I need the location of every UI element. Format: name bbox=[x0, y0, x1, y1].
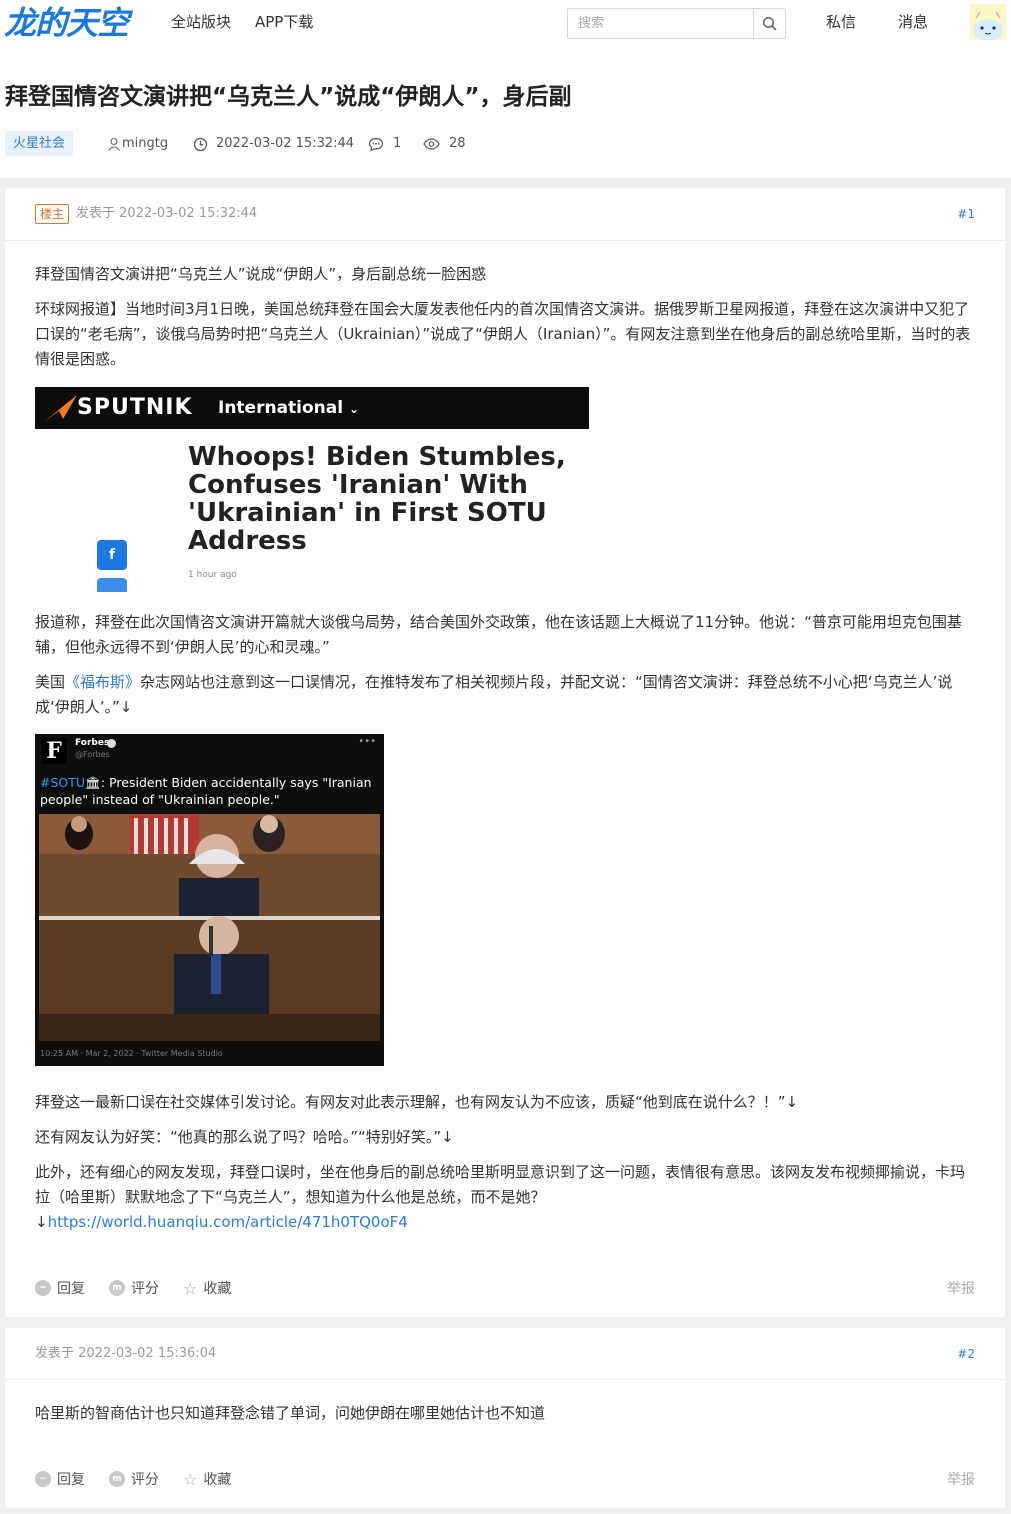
search-box bbox=[567, 8, 786, 39]
post-2: 发表于 2022-03-02 15:36:04 #2 哈里斯的智商估计也只知道拜… bbox=[5, 1328, 1005, 1508]
search-icon bbox=[762, 16, 777, 31]
report-link[interactable]: 举报 bbox=[947, 1278, 975, 1298]
post-2-header: 发表于 2022-03-02 15:36:04 #2 bbox=[5, 1328, 1005, 1380]
thread-title: 拜登国情咨文演讲把“乌克兰人”说成“伊朗人”，身后副 bbox=[5, 84, 572, 110]
sputnik-top-bar: SPUTNIK International ⌄ bbox=[35, 387, 589, 429]
post-2-floor-link[interactable]: #2 bbox=[957, 1346, 975, 1362]
post-datetime: 2022-03-02 15:32:44 bbox=[216, 136, 355, 151]
author-name[interactable]: mingtg bbox=[122, 135, 168, 153]
forbes-link[interactable]: 《福布斯》 bbox=[65, 673, 140, 691]
video-frame bbox=[39, 814, 380, 1041]
report-link[interactable]: 举报 bbox=[947, 1469, 975, 1489]
user-avatar[interactable] bbox=[970, 4, 1006, 40]
source-link[interactable]: https://world.huanqiu.com/article/471h0T… bbox=[48, 1213, 408, 1231]
nav-app-download[interactable]: APP下载 bbox=[255, 12, 313, 32]
sputnik-headline: Whoops! Biden Stumbles, Confuses 'Irania… bbox=[188, 442, 566, 556]
post-1-source-line: ↓https://world.huanqiu.com/article/471h0… bbox=[35, 1213, 408, 1231]
rate-button[interactable]: m 评分 bbox=[109, 1469, 159, 1489]
sputnik-logo-icon bbox=[45, 395, 77, 421]
facebook-icon: f bbox=[97, 540, 127, 570]
post-1-paragraph: 环球网报道】当地时间3月1日晚，美国总统拜登在国会大厦发表他任内的首次国情咨文演… bbox=[35, 300, 971, 368]
post-1-actions: − 回复 m 评分 ☆ 收藏 bbox=[35, 1278, 255, 1298]
page-header: 龙的天空 全站版块 APP下载 私信 消息 拜登国情咨文演讲把“乌克兰人”说成“… bbox=[0, 0, 1011, 178]
eye-icon bbox=[423, 138, 440, 150]
sputnik-time: 1 hour ago bbox=[188, 570, 237, 580]
user-icon bbox=[108, 137, 120, 151]
sputnik-edition: International ⌄ bbox=[218, 398, 360, 418]
post-1-paragraph: 还有网友认为好笑：“他真的那么说了吗？哈哈。”“特别好笑。”↓ bbox=[35, 1128, 454, 1146]
post-1-paragraph: 此外，还有细心的网友发现，拜登口误时，坐在他身后的副总统哈里斯明显意识到了这一问… bbox=[35, 1163, 966, 1206]
avatar-cartoon-icon bbox=[970, 4, 1006, 40]
capitol-icon: 🏛 bbox=[85, 775, 101, 790]
view-count: 28 bbox=[449, 136, 466, 151]
rate-button[interactable]: m 评分 bbox=[109, 1278, 159, 1298]
sputnik-article-image: SPUTNIK International ⌄ Whoops! Biden St… bbox=[35, 387, 589, 592]
notifications-link[interactable]: 消息 bbox=[898, 12, 928, 32]
rate-icon: m bbox=[109, 1471, 125, 1487]
post-1-header: 楼主 发表于 2022-03-02 15:32:44 #1 bbox=[5, 188, 1005, 241]
post-1-paragraph: 拜登国情咨文演讲把“乌克兰人”说成“伊朗人”，身后副总统一脸困惑 bbox=[35, 265, 487, 283]
sputnik-logo-text: SPUTNIK bbox=[77, 395, 193, 420]
nav-all-boards[interactable]: 全站版块 bbox=[171, 12, 231, 32]
post-1-floor-link[interactable]: #1 bbox=[957, 206, 975, 222]
star-icon: ☆ bbox=[183, 1469, 198, 1489]
post-2-posted-time: 发表于 2022-03-02 15:36:04 bbox=[35, 1346, 217, 1361]
op-badge: 楼主 bbox=[35, 204, 70, 224]
rate-icon: m bbox=[109, 1280, 125, 1296]
reply-button[interactable]: − 回复 bbox=[35, 1278, 85, 1298]
reply-icon: − bbox=[35, 1280, 51, 1296]
tweet-handle: @Forbes bbox=[75, 750, 110, 759]
tweet-text: #SOTU🏛: President Biden accidentally say… bbox=[40, 775, 372, 807]
forum-tag[interactable]: 火星社会 bbox=[5, 131, 74, 156]
clock-icon bbox=[193, 137, 208, 151]
post-2-actions: − 回复 m 评分 ☆ 收藏 bbox=[35, 1469, 255, 1489]
comment-icon bbox=[368, 137, 384, 152]
post-1-paragraph: 报道称，拜登在此次国情咨文演讲开篇就大谈俄乌局势，结合美国外交政策，他在该话题上… bbox=[35, 613, 962, 656]
search-button[interactable] bbox=[753, 9, 785, 38]
more-icon: ••• bbox=[358, 736, 376, 747]
verified-icon bbox=[107, 739, 116, 748]
search-input[interactable] bbox=[568, 9, 754, 38]
datetime-meta: 2022-03-02 15:32:44 bbox=[193, 135, 354, 153]
post-1: 楼主 发表于 2022-03-02 15:32:44 #1 拜登国情咨文演讲把“… bbox=[5, 188, 1005, 1317]
view-count-meta: 28 bbox=[423, 135, 466, 153]
private-message-link[interactable]: 私信 bbox=[826, 12, 856, 32]
post-2-text: 哈里斯的智商估计也只知道拜登念错了单词，问她伊朗在哪里她估计也不知道 bbox=[35, 1404, 546, 1422]
tweet-footer: 10:25 AM · Mar 2, 2022 · Twitter Media S… bbox=[40, 1049, 223, 1058]
post-1-forbes-paragraph: 美国《福布斯》杂志网站也注意到这一口误情况，在推特发布了相关视频片段，并配文说：… bbox=[35, 673, 953, 716]
tweet-author-name: Forbes bbox=[75, 738, 110, 748]
reply-count-meta: 1 bbox=[368, 135, 401, 153]
forbes-avatar: F bbox=[41, 738, 67, 764]
reply-count: 1 bbox=[393, 136, 402, 151]
post-1-paragraph: 拜登这一最新口误在社交媒体引发讨论。有网友对此表示理解，也有网友认为不应该，质疑… bbox=[35, 1093, 799, 1111]
favorite-button[interactable]: ☆ 收藏 bbox=[183, 1278, 231, 1298]
forbes-tweet-image: F Forbes @Forbes ••• #SOTU🏛: President B… bbox=[35, 734, 384, 1066]
reply-icon: − bbox=[35, 1471, 51, 1487]
star-icon: ☆ bbox=[183, 1278, 198, 1298]
chevron-down-icon: ⌄ bbox=[349, 402, 360, 416]
share-icon bbox=[97, 578, 127, 592]
reply-button[interactable]: − 回复 bbox=[35, 1469, 85, 1489]
site-logo[interactable]: 龙的天空 bbox=[4, 2, 129, 44]
post-1-posted-time: 发表于 2022-03-02 15:32:44 bbox=[76, 206, 258, 221]
favorite-button[interactable]: ☆ 收藏 bbox=[183, 1469, 231, 1489]
author-meta[interactable]: mingtg bbox=[107, 135, 168, 153]
